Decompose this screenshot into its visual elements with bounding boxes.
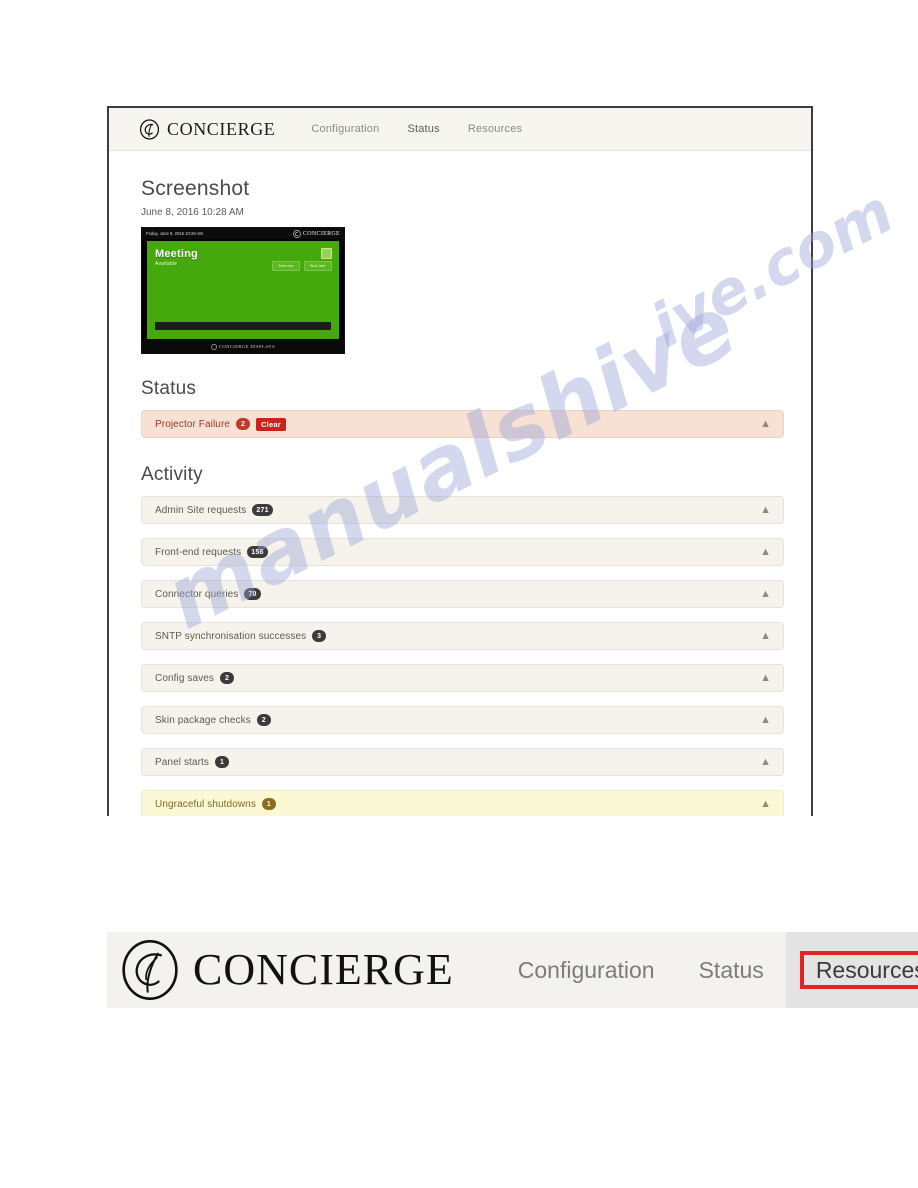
chevron-up-icon[interactable]: ▲	[760, 546, 771, 558]
device-room-status: Available	[155, 261, 178, 267]
device-header-brand-word: CONCIERGE	[302, 230, 340, 237]
concierge-circle-c-logo-icon	[211, 343, 217, 350]
status-row-left: Projector Failure 2 Clear	[155, 417, 286, 431]
zoom-brand-logo: CONCIERGE	[107, 932, 482, 1008]
activity-row[interactable]: Connector queries 70 ▲	[141, 580, 784, 608]
activity-row-label: Front-end requests	[155, 546, 242, 558]
activity-row-left: Front-end requests 158	[155, 546, 268, 558]
activity-row-count-badge: 3	[312, 630, 327, 642]
activity-row-left: Admin Site requests 271	[155, 504, 273, 516]
device-book-now-button[interactable]: Book now	[272, 261, 300, 271]
activity-row-label: Skin package checks	[155, 714, 251, 726]
activity-row-label: Admin Site requests	[155, 504, 247, 516]
activity-row-left: Config saves 2	[155, 672, 235, 684]
chevron-up-icon[interactable]: ▲	[760, 714, 771, 726]
activity-row[interactable]: Front-end requests 158 ▲	[141, 538, 784, 566]
chevron-up-icon[interactable]: ▲	[760, 756, 771, 768]
activity-row-count-badge: 2	[256, 714, 271, 726]
activity-row-count-badge: 271	[252, 504, 273, 516]
zoom-tab-resources-label: Resources	[799, 950, 918, 990]
activity-row-left: Skin package checks 2	[155, 714, 271, 726]
chevron-up-icon[interactable]: ▲	[760, 504, 771, 516]
chevron-up-icon[interactable]: ▲	[760, 588, 771, 600]
tab-resources[interactable]: Resources	[454, 108, 536, 150]
tab-configuration[interactable]: Configuration	[297, 108, 393, 150]
status-row-count-badge: 2	[236, 418, 251, 430]
device-header-brand: CONCIERGE	[293, 229, 340, 238]
status-row-projector-failure[interactable]: Projector Failure 2 Clear ▲	[141, 410, 784, 438]
chevron-up-icon[interactable]: ▲	[760, 418, 771, 430]
admin-web-ui-panel: CONCIERGE Configuration Status Resources…	[107, 106, 813, 816]
device-book-later-button[interactable]: Book later	[304, 261, 332, 271]
page-title: Screenshot	[141, 177, 250, 200]
brand-logo[interactable]: CONCIERGE	[109, 108, 297, 150]
zoom-brand-wordmark: CONCIERGE	[193, 945, 454, 994]
activity-row-label: SNTP synchronisation successes	[155, 630, 307, 642]
activity-row[interactable]: Ungraceful shutdowns 1 ▲	[141, 790, 784, 816]
activity-row-label: Config saves	[155, 672, 215, 684]
signal-icon	[321, 248, 332, 259]
activity-row-label: Panel starts	[155, 756, 210, 768]
activity-row-count-badge: 158	[247, 546, 268, 558]
activity-row[interactable]: Panel starts 1 ▲	[141, 748, 784, 776]
activity-row-left: SNTP synchronisation successes 3	[155, 630, 327, 642]
status-row-label: Projector Failure	[155, 418, 231, 430]
activity-row-count-badge: 1	[215, 756, 230, 768]
activity-row[interactable]: Config saves 2 ▲	[141, 664, 784, 692]
page-content: Screenshot June 8, 2016 10:28 AM Friday,…	[109, 151, 811, 816]
device-footer-bar: CONCIERGE DISPLAYS	[142, 340, 344, 353]
activity-row-left: Connector queries 70	[155, 588, 261, 600]
zoom-tab-configuration[interactable]: Configuration	[496, 932, 677, 1008]
top-navbar: CONCIERGE Configuration Status Resources	[109, 108, 811, 151]
activity-row-label: Connector queries	[155, 588, 239, 600]
chevron-up-icon[interactable]: ▲	[760, 672, 771, 684]
activity-row-count-badge: 70	[244, 588, 261, 600]
activity-row-count-badge: 1	[261, 798, 276, 810]
device-header-date: Friday, June 8, 2016 10:28 AM	[146, 230, 203, 237]
activity-row-left: Panel starts 1	[155, 756, 230, 768]
status-section: Status Projector Failure 2 Clear ▲	[141, 378, 785, 438]
activity-row[interactable]: Admin Site requests 271 ▲	[141, 496, 784, 524]
activity-row[interactable]: SNTP synchronisation successes 3 ▲	[141, 622, 784, 650]
activity-row[interactable]: Skin package checks 2 ▲	[141, 706, 784, 734]
zoom-nav-tab-list: Configuration Status Resources	[496, 932, 918, 1008]
tab-status[interactable]: Status	[393, 108, 453, 150]
status-heading: Status	[141, 378, 197, 399]
device-action-buttons: Book now Book later	[272, 261, 332, 271]
zoom-tab-status[interactable]: Status	[677, 932, 786, 1008]
nav-tab-list: Configuration Status Resources	[297, 108, 536, 150]
activity-row-label: Ungraceful shutdowns	[155, 798, 256, 810]
device-header-bar: Friday, June 8, 2016 10:28 AM CONCIERGE	[142, 228, 344, 239]
device-timeline-bar	[155, 322, 331, 330]
activity-heading: Activity	[141, 464, 203, 485]
zoom-tab-resources[interactable]: Resources	[785, 932, 918, 1008]
device-room-title: Meeting	[155, 248, 198, 260]
concierge-circle-c-logo-icon	[139, 118, 160, 140]
activity-row-left: Ungraceful shutdowns 1	[155, 798, 276, 810]
activity-section: Activity Admin Site requests 271 ▲ Front…	[141, 464, 785, 816]
brand-wordmark: CONCIERGE	[167, 119, 276, 139]
screenshot-timestamp: June 8, 2016 10:28 AM	[141, 207, 244, 218]
device-room-panel: Meeting Available Book now Book later	[147, 241, 339, 339]
chevron-up-icon[interactable]: ▲	[760, 798, 771, 810]
chevron-up-icon[interactable]: ▲	[760, 630, 771, 642]
clear-button[interactable]: Clear	[256, 417, 286, 431]
activity-row-count-badge: 2	[220, 672, 235, 684]
concierge-circle-c-logo-icon	[293, 229, 301, 238]
zoomed-navbar-callout: CONCIERGE Configuration Status Resources	[107, 932, 918, 1008]
concierge-circle-c-logo-icon	[119, 939, 181, 1001]
device-screenshot-thumbnail[interactable]: Friday, June 8, 2016 10:28 AM CONCIERGE …	[141, 227, 345, 354]
device-footer-brand: CONCIERGE DISPLAYS	[218, 344, 276, 349]
